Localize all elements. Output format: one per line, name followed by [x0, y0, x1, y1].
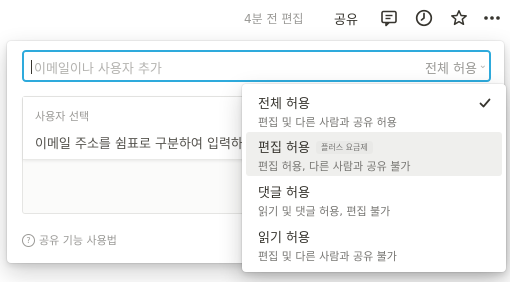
permission-option-comment[interactable]: 댓글 허용 읽기 및 댓글 허용, 편집 불가 [246, 177, 502, 221]
share-help-link[interactable]: ? 공유 기능 사용법 [22, 232, 117, 248]
invite-input[interactable]: 이메일이나 사용자 추가 전체 허용 ⌄ [22, 50, 491, 82]
option-desc: 읽기 및 댓글 허용, 편집 불가 [258, 205, 391, 218]
clock-icon[interactable] [414, 8, 434, 28]
more-icon[interactable] [482, 8, 502, 28]
share-help-label: 공유 기능 사용법 [39, 234, 117, 247]
option-title: 전체 허용 [258, 97, 310, 112]
option-title-text: 편집 허용 [258, 141, 310, 156]
last-edited-text: 4분 전 편집 [244, 12, 304, 26]
text-caret [31, 60, 32, 74]
permission-option-full[interactable]: 전체 허용 편집 및 다른 사람과 공유 허용 [246, 88, 502, 132]
invite-placeholder: 이메일이나 사용자 추가 [34, 62, 162, 77]
suggestion-title: 사용자 선택 [35, 110, 90, 123]
suggestion-hint: 이메일 주소를 쉼표로 구분하여 입력하세요 [35, 137, 249, 152]
permission-option-read[interactable]: 읽기 허용 편집 및 다른 사람과 공유 불가 [246, 222, 502, 266]
star-icon[interactable] [449, 8, 469, 28]
plan-badge: 플러스 요금제 [315, 141, 373, 154]
comment-icon[interactable] [379, 8, 399, 28]
permission-dropdown[interactable]: 전체 허용 [425, 58, 477, 77]
option-title: 읽기 허용 [258, 231, 310, 246]
permission-option-edit[interactable]: 편집 허용 플러스 요금제 편집 허용, 다른 사람과 공유 불가 [246, 132, 502, 176]
share-button[interactable]: 공유 [334, 9, 358, 28]
chevron-down-icon: ⌄ [478, 60, 487, 71]
option-title: 댓글 허용 [258, 186, 310, 201]
permission-menu: 전체 허용 편집 및 다른 사람과 공유 허용 편집 허용 플러스 요금제 편집 … [242, 84, 506, 272]
option-desc: 편집 허용, 다른 사람과 공유 불가 [258, 160, 411, 173]
option-desc: 편집 및 다른 사람과 공유 허용 [258, 116, 397, 129]
topbar: 4분 전 편집 공유 [0, 0, 510, 36]
suggestion-card: 사용자 선택 이메일 주소를 쉼표로 구분하여 입력하세요 [23, 97, 249, 160]
question-icon: ? [22, 234, 35, 247]
invite-suggestion-box: 사용자 선택 이메일 주소를 쉼표로 구분하여 입력하세요 [22, 96, 250, 214]
option-desc: 편집 및 다른 사람과 공유 불가 [258, 250, 397, 263]
checkmark-icon [478, 96, 492, 110]
option-title: 편집 허용 플러스 요금제 [258, 137, 373, 156]
